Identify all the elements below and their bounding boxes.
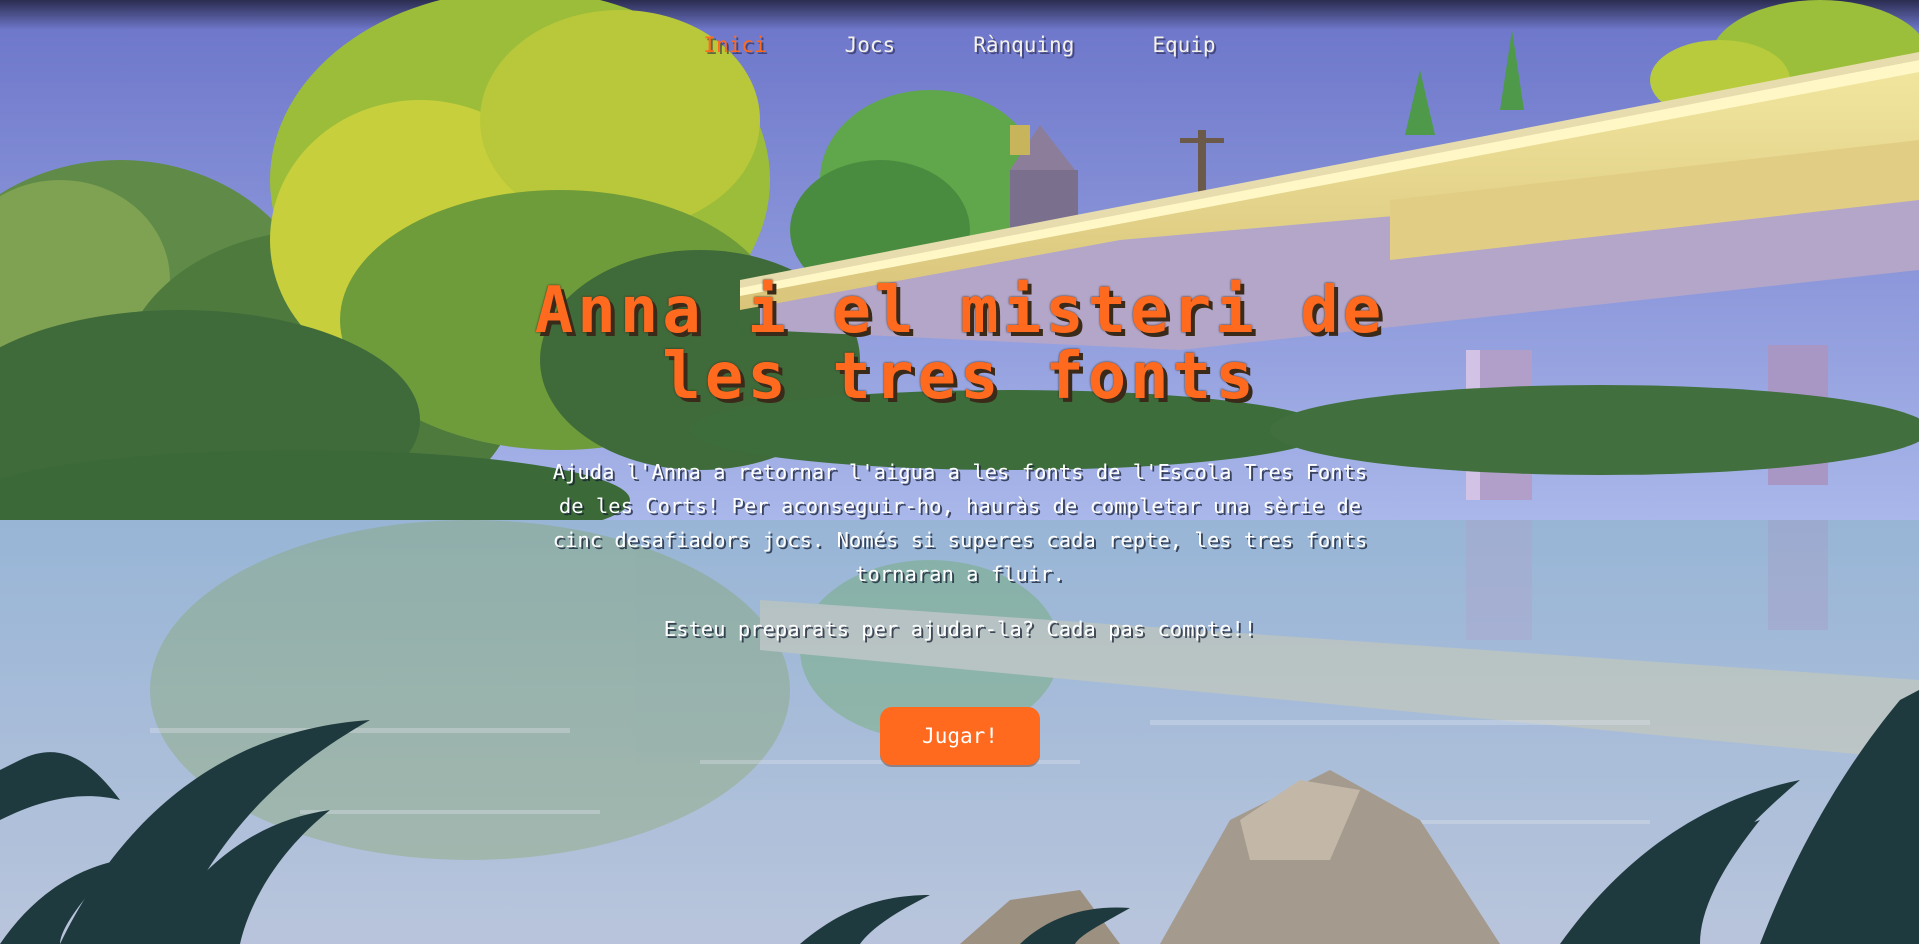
hero: Anna i el misteri de les tres fonts Ajud… [0, 0, 1919, 944]
hero-description: Ajuda l'Anna a retornar l'aigua a les fo… [552, 460, 1368, 586]
play-button[interactable]: Jugar! [880, 707, 1040, 765]
page: Inici Jocs Rànquing Equip Anna i el mist… [0, 0, 1919, 944]
page-title: Anna i el misteri de les tres fonts [534, 274, 1386, 414]
hero-question: Esteu preparats per ajudar-la? Cada pas … [663, 617, 1257, 641]
